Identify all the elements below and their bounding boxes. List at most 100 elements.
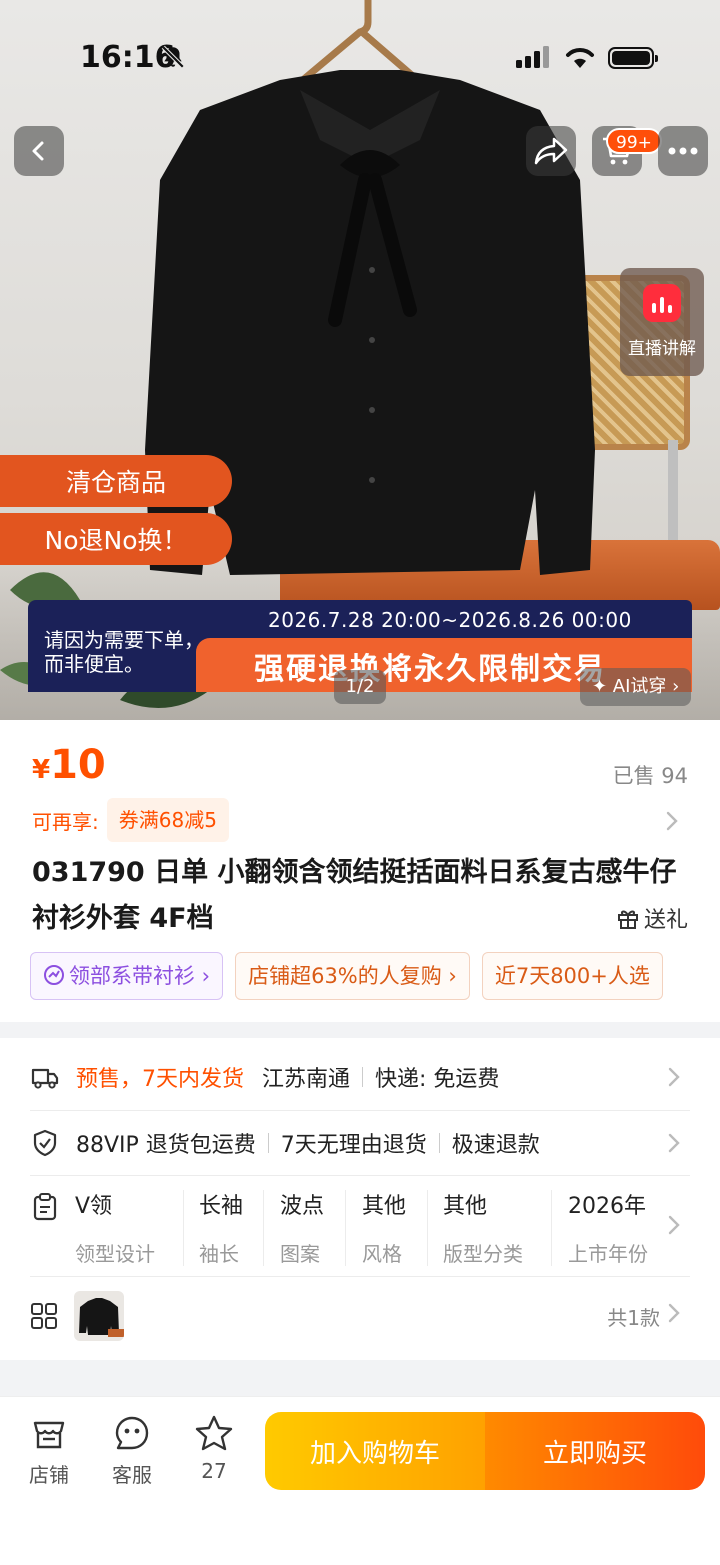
shipping-status: 预售，7天内发货 xyxy=(76,1067,244,1092)
row-divider xyxy=(30,1276,690,1277)
divider xyxy=(267,1133,269,1153)
status-bar: 16:16 xyxy=(0,0,720,110)
spec-divider xyxy=(551,1190,552,1266)
price-value: 10 xyxy=(50,742,106,788)
cart-count-badge: 99+ xyxy=(606,128,662,154)
ai-try-on-button[interactable]: ✦ AI试穿 › xyxy=(580,668,692,706)
product-tags: 领部系带衬衫 › 店铺超63%的人复购 › 近7天800+人选 xyxy=(30,952,663,1000)
service-label: 客服 xyxy=(112,1463,152,1487)
more-dots-icon xyxy=(668,147,698,155)
tag-collar-tie[interactable]: 领部系带衬衫 › xyxy=(30,952,224,1000)
favorite-count: 27 xyxy=(201,1459,227,1483)
promo-left-text: 请因为需要下单， 而非便宜。 xyxy=(44,628,204,676)
star-icon xyxy=(195,1415,233,1451)
product-title: 031790 日单 小翻领含领结挺括面料日系复古感牛仔衬衫外套 4F档 xyxy=(32,857,677,934)
chevron-right-icon[interactable] xyxy=(664,810,680,832)
spec-key: 上市年份 xyxy=(568,1242,648,1266)
promo-left-line-1: 请因为需要下单， xyxy=(44,628,204,652)
service-88vip: 88VIP 退货包运费 xyxy=(76,1133,256,1158)
more-button[interactable] xyxy=(658,126,708,176)
bell-muted-icon xyxy=(161,45,185,69)
promo-left-line-2: 而非便宜。 xyxy=(44,652,144,676)
store-button[interactable]: 店铺 xyxy=(14,1415,84,1488)
sold-count: 已售 94 xyxy=(612,764,688,788)
clipboard-icon xyxy=(33,1193,57,1221)
spec-fit[interactable]: 其他 版型分类 xyxy=(443,1188,523,1272)
spec-value: 2026年 xyxy=(568,1194,646,1219)
coupon-row[interactable]: 可再享: 券满68减5 xyxy=(32,798,229,842)
shipping-from: 江苏南通 xyxy=(262,1067,351,1092)
spec-key: 版型分类 xyxy=(443,1242,523,1266)
buy-now-button[interactable]: 立即购买 xyxy=(485,1412,705,1490)
spec-value: 长袖 xyxy=(199,1194,244,1219)
coupon-chip[interactable]: 券满68减5 xyxy=(106,798,229,842)
price-symbol: ¥ xyxy=(32,755,51,785)
divider xyxy=(362,1067,364,1087)
spec-divider xyxy=(345,1190,346,1266)
image-page-indicator: 1/2 xyxy=(334,670,386,704)
add-to-cart-button[interactable]: 加入购物车 xyxy=(265,1412,485,1490)
spec-key: 袖长 xyxy=(199,1242,239,1266)
clearance-tag: 清仓商品 xyxy=(0,455,232,507)
service-row[interactable]: 88VIP 退货包运费 7天无理由退货 极速退款 xyxy=(30,1126,690,1160)
spec-sleeve[interactable]: 长袖 袖长 xyxy=(199,1188,243,1272)
promo-warning: 强硬退换将永久限制交易 xyxy=(254,652,606,687)
shipping-fee: 快递: 免运费 xyxy=(375,1067,500,1092)
spec-key: 领型设计 xyxy=(75,1242,155,1266)
variant-count[interactable]: 共1款 xyxy=(607,1302,660,1331)
spec-value: 其他 xyxy=(362,1194,407,1219)
spec-year[interactable]: 2026年上市年份 xyxy=(568,1188,650,1272)
product-detail-card: 预售，7天内发货 江苏南通 快递: 免运费 88VIP 退货包运费 7天无理由退… xyxy=(0,1038,720,1360)
coupon-label: 可再享: xyxy=(32,809,99,834)
service-7day: 7天无理由退货 xyxy=(280,1133,427,1158)
spec-pattern[interactable]: 波点 图案 xyxy=(280,1188,324,1272)
gift-icon xyxy=(617,910,638,929)
service-face-icon xyxy=(115,1416,149,1450)
tag-recent-buyers[interactable]: 近7天800+人选 xyxy=(481,952,663,1000)
variant-thumbnail[interactable] xyxy=(74,1291,124,1341)
spec-divider xyxy=(263,1190,264,1266)
share-button[interactable] xyxy=(526,126,576,176)
divider xyxy=(438,1133,440,1153)
customer-service-button[interactable]: 客服 xyxy=(97,1415,167,1488)
spec-style[interactable]: 其他 风格 xyxy=(362,1188,406,1272)
chevron-right-icon[interactable] xyxy=(666,1214,682,1236)
shirt-thumbnail-image xyxy=(79,1298,124,1337)
shipping-row[interactable]: 预售，7天内发货 江苏南通 快递: 免运费 xyxy=(30,1060,690,1094)
bottom-action-bar: 店铺 客服 27 加入购物车 立即购买 xyxy=(0,1396,720,1565)
store-icon xyxy=(33,1421,65,1449)
product-detail-page: 16:16 99+ 直播讲解 清仓商品 No退No换！ 2026.7.28 20… xyxy=(0,0,720,1565)
chevron-left-icon xyxy=(32,141,44,161)
signal-icon xyxy=(516,46,549,68)
truck-icon xyxy=(31,1068,59,1089)
spec-divider xyxy=(427,1190,428,1266)
chevron-right-icon[interactable] xyxy=(666,1066,682,1088)
favorite-button[interactable]: 27 xyxy=(179,1415,249,1483)
spec-key: 风格 xyxy=(362,1242,402,1266)
promo-time: 2026.7.28 20:00~2026.8.26 00:00 xyxy=(268,608,632,632)
tag-repurchase[interactable]: 店铺超63%的人复购 › xyxy=(235,952,470,1000)
product-image-carousel[interactable]: 16:16 99+ 直播讲解 清仓商品 No退No换！ 2026.7.28 20… xyxy=(0,0,720,720)
spec-divider xyxy=(183,1190,184,1266)
gift-button[interactable]: 送礼 xyxy=(616,902,688,934)
shield-check-icon xyxy=(33,1129,57,1157)
back-button[interactable] xyxy=(14,126,64,176)
grid-icon xyxy=(31,1303,57,1329)
live-bars-icon xyxy=(643,284,681,322)
spec-value: 其他 xyxy=(443,1194,488,1219)
store-label: 店铺 xyxy=(29,1463,69,1487)
trend-icon xyxy=(44,965,64,985)
spec-collar[interactable]: V领领型设计 xyxy=(75,1188,155,1272)
spec-key: 图案 xyxy=(280,1242,320,1266)
chair-frame xyxy=(668,440,678,550)
no-return-tag: No退No换！ xyxy=(0,513,232,565)
chevron-right-icon[interactable] xyxy=(666,1302,682,1324)
live-explain-button[interactable]: 直播讲解 xyxy=(620,268,704,376)
live-label: 直播讲解 xyxy=(628,339,696,359)
gift-label: 送礼 xyxy=(643,908,688,933)
price: ¥10 xyxy=(32,742,106,788)
chevron-right-icon[interactable] xyxy=(666,1132,682,1154)
spec-value: V领 xyxy=(75,1194,113,1219)
spec-value: 波点 xyxy=(280,1194,325,1219)
service-fast-refund: 极速退款 xyxy=(451,1133,540,1158)
